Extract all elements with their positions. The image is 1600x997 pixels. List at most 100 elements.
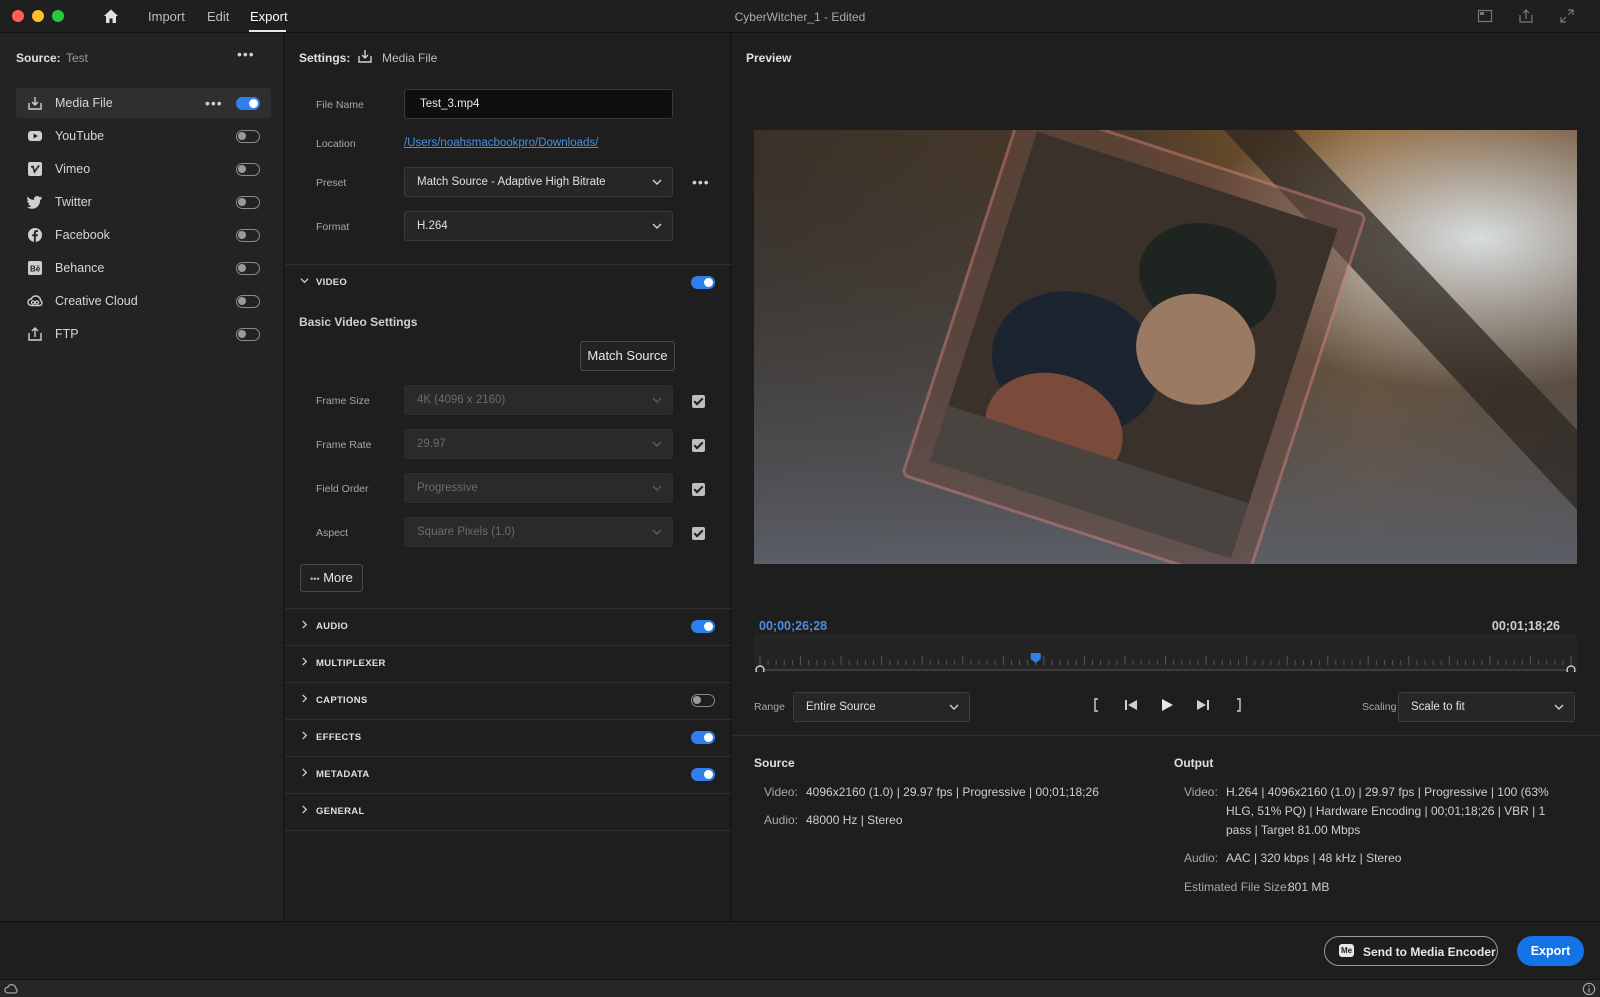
destination-vimeo[interactable]: Vimeo xyxy=(16,154,271,184)
destination-label: Media File xyxy=(55,96,113,110)
captions-toggle[interactable] xyxy=(691,694,715,707)
chevron-down-icon xyxy=(652,485,662,491)
media-file-more-icon[interactable]: ••• xyxy=(205,96,223,110)
chevron-down-icon xyxy=(300,278,309,284)
behance-icon: Bē xyxy=(28,261,42,275)
creative-cloud-toggle[interactable] xyxy=(236,295,260,308)
step-forward-icon[interactable] xyxy=(1195,697,1211,713)
more-dots-icon: ••• xyxy=(310,574,320,584)
twitter-toggle[interactable] xyxy=(236,196,260,209)
chevron-down-icon xyxy=(652,529,662,535)
range-select[interactable]: Entire Source xyxy=(793,692,970,722)
playhead-marker[interactable] xyxy=(1030,653,1041,663)
audio-section-label: AUDIO xyxy=(316,621,349,632)
preset-label: Preset xyxy=(316,177,347,189)
youtube-toggle[interactable] xyxy=(236,130,260,143)
destination-facebook[interactable]: Facebook xyxy=(16,220,271,250)
field-order-select[interactable]: Progressive xyxy=(404,473,673,503)
field-order-label: Field Order xyxy=(316,483,369,495)
creative-cloud-icon xyxy=(27,295,43,307)
field-order-match-checkbox[interactable] xyxy=(692,483,705,496)
frame-rate-label: Frame Rate xyxy=(316,439,372,451)
location-link[interactable]: /Users/noahsmacbookpro/Downloads/ xyxy=(404,137,598,149)
timeline-scrubber[interactable] xyxy=(754,634,1577,675)
effects-section-header[interactable]: EFFECTS xyxy=(285,719,731,755)
preview-image xyxy=(754,130,1577,564)
chevron-down-icon xyxy=(1554,704,1564,710)
in-point-handle[interactable] xyxy=(755,665,765,675)
match-source-button[interactable]: Match Source xyxy=(580,341,675,371)
play-icon[interactable] xyxy=(1159,697,1175,713)
info-icon[interactable] xyxy=(1582,982,1596,996)
creative-cloud-status-icon[interactable] xyxy=(4,982,18,996)
chevron-down-icon xyxy=(652,397,662,403)
destination-creative-cloud[interactable]: Creative Cloud xyxy=(16,286,271,316)
metadata-section-header[interactable]: METADATA xyxy=(285,756,731,792)
source-more-icon[interactable]: ••• xyxy=(237,47,255,61)
basic-video-settings-heading: Basic Video Settings xyxy=(299,315,418,329)
out-point-handle[interactable] xyxy=(1566,665,1576,675)
output-video-value: H.264 | 4096x2160 (1.0) | 29.97 fps | Pr… xyxy=(1226,785,1549,837)
file-name-input[interactable]: Test_3.mp4 xyxy=(404,89,673,119)
metadata-toggle[interactable] xyxy=(691,768,715,781)
audio-section-header[interactable]: AUDIO xyxy=(285,608,731,644)
frame-size-match-checkbox[interactable] xyxy=(692,395,705,408)
destination-twitter[interactable]: Twitter xyxy=(16,187,271,217)
aspect-select[interactable]: Square Pixels (1.0) xyxy=(404,517,673,547)
share-icon[interactable] xyxy=(1518,8,1534,24)
step-back-icon[interactable] xyxy=(1123,697,1139,713)
captions-section-label: CAPTIONS xyxy=(316,695,368,706)
settings-panel: Settings: Media File File Name Test_3.mp… xyxy=(285,33,731,921)
general-section-label: GENERAL xyxy=(316,806,365,817)
chevron-right-icon xyxy=(302,768,308,777)
download-icon xyxy=(28,97,42,110)
vimeo-toggle[interactable] xyxy=(236,163,260,176)
export-button[interactable]: Export xyxy=(1517,936,1584,966)
frame-size-value: 4K (4096 x 2160) xyxy=(417,394,506,406)
scaling-select[interactable]: Scale to fit xyxy=(1398,692,1575,722)
fullscreen-icon[interactable] xyxy=(1559,8,1575,24)
source-audio-value: 48000 Hz | Stereo xyxy=(806,813,903,827)
destination-youtube[interactable]: YouTube xyxy=(16,121,271,151)
current-timecode[interactable]: 00;00;26;28 xyxy=(759,619,827,633)
scaling-label: Scaling xyxy=(1362,701,1397,713)
field-order-value: Progressive xyxy=(417,482,478,494)
captions-section-header[interactable]: CAPTIONS xyxy=(285,682,731,718)
preset-select[interactable]: Match Source - Adaptive High Bitrate xyxy=(404,167,673,197)
video-toggle[interactable] xyxy=(691,276,715,289)
frame-rate-match-checkbox[interactable] xyxy=(692,439,705,452)
aspect-match-checkbox[interactable] xyxy=(692,527,705,540)
format-select[interactable]: H.264 xyxy=(404,211,673,241)
preset-more-icon[interactable]: ••• xyxy=(692,175,710,189)
audio-toggle[interactable] xyxy=(691,620,715,633)
general-section-header[interactable]: GENERAL xyxy=(285,793,731,829)
chevron-right-icon xyxy=(302,731,308,740)
more-button[interactable]: ••• More xyxy=(300,564,363,592)
set-in-point-icon[interactable] xyxy=(1088,697,1104,713)
effects-toggle[interactable] xyxy=(691,731,715,744)
source-audio-key: Audio: xyxy=(764,813,799,827)
set-out-point-icon[interactable] xyxy=(1231,697,1247,713)
destination-behance[interactable]: Bē Behance xyxy=(16,253,271,283)
panel-layout-icon[interactable] xyxy=(1477,8,1493,24)
footer: Me Send to Media Encoder Export xyxy=(0,921,1600,979)
video-section-header[interactable]: VIDEO xyxy=(285,264,731,300)
frame-size-select[interactable]: 4K (4096 x 2160) xyxy=(404,385,673,415)
frame-rate-select[interactable]: 29.97 xyxy=(404,429,673,459)
destination-ftp[interactable]: FTP xyxy=(16,319,271,349)
facebook-toggle[interactable] xyxy=(236,229,260,242)
ftp-toggle[interactable] xyxy=(236,328,260,341)
send-to-media-encoder-button[interactable]: Me Send to Media Encoder xyxy=(1324,936,1498,966)
destination-media-file[interactable]: Media File ••• xyxy=(16,88,271,118)
behance-toggle[interactable] xyxy=(236,262,260,275)
estimated-size-value: 801 MB xyxy=(1288,880,1330,894)
send-to-media-encoder-label: Send to Media Encoder xyxy=(1363,945,1496,959)
source-video-value: 4096x2160 (1.0) | 29.97 fps | Progressiv… xyxy=(806,785,1099,799)
settings-destination: Media File xyxy=(382,51,438,65)
multiplexer-section-header[interactable]: MULTIPLEXER xyxy=(285,645,731,681)
media-file-toggle[interactable] xyxy=(236,97,260,110)
vimeo-icon xyxy=(28,162,42,176)
chevron-right-icon xyxy=(302,620,308,629)
status-bar xyxy=(0,979,1600,997)
source-info-heading: Source xyxy=(754,756,795,770)
